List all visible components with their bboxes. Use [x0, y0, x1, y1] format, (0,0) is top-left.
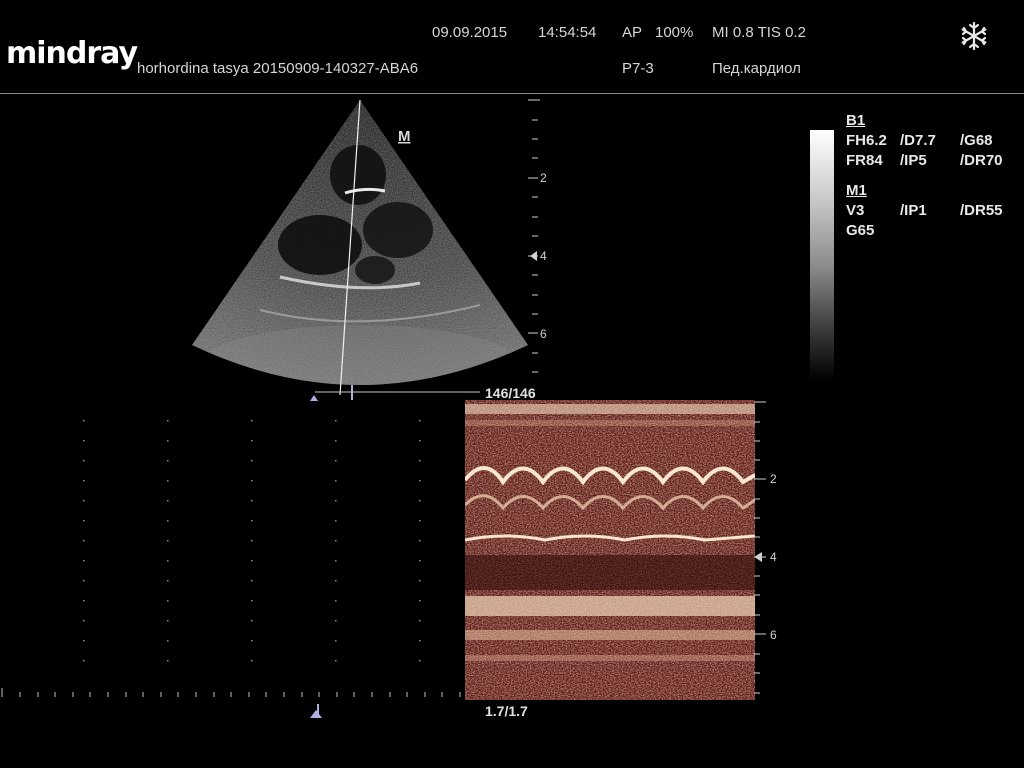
param-g: /G68 [960, 132, 993, 149]
bmode-depth-4: 4 [540, 249, 547, 263]
params-m1-title: M1 [846, 182, 867, 199]
param-ip: /IP5 [900, 152, 927, 169]
ap-label: AP [622, 24, 643, 41]
param-m-v: V3 [846, 202, 865, 219]
param-m-dr: /DR55 [960, 202, 1003, 219]
probe-name: P7-3 [622, 60, 654, 77]
mmode-depth-scale [754, 401, 766, 694]
exam-time: 14:54:54 [538, 24, 597, 41]
param-fh: FH6.2 [846, 132, 887, 149]
param-dr: /DR70 [960, 152, 1003, 169]
bmode-depth-scale [528, 99, 540, 373]
mmode-depth-2: 2 [770, 472, 777, 486]
mmode-depth-6: 6 [770, 628, 777, 642]
mmode-trace-image[interactable] [465, 400, 755, 700]
grayscale-bar [810, 130, 834, 380]
bmode-depth-6: 6 [540, 327, 547, 341]
ap-value: 100% [655, 24, 694, 41]
param-d: /D7.7 [900, 132, 936, 149]
bmode-depth-2: 2 [540, 171, 547, 185]
param-m-ip: /IP1 [900, 202, 927, 219]
param-m-g: G65 [846, 222, 875, 239]
sector-image[interactable]: M [180, 95, 560, 410]
orientation-marker: M [398, 128, 411, 145]
param-fr: FR84 [846, 152, 883, 169]
exam-date: 09.09.2015 [432, 24, 508, 41]
mmode-depth-4: 4 [770, 550, 777, 564]
header-divider [0, 93, 1024, 94]
patient-id: horhordina tasya 20150909-140327-ABA6 [137, 60, 419, 77]
cine-marker-icon[interactable] [308, 702, 328, 720]
frame-counter: 146/146 [485, 385, 536, 401]
brand-logo: mindray [6, 36, 138, 71]
preset-name: Пед.кардиол [712, 60, 801, 77]
cine-counter: 1.7/1.7 [485, 703, 528, 719]
mi-tis: MI 0.8 TIS 0.2 [712, 24, 806, 41]
mmode-time-grid [1, 420, 461, 697]
snowflake-icon[interactable] [958, 20, 990, 52]
params-b1-title: B1 [846, 112, 866, 129]
